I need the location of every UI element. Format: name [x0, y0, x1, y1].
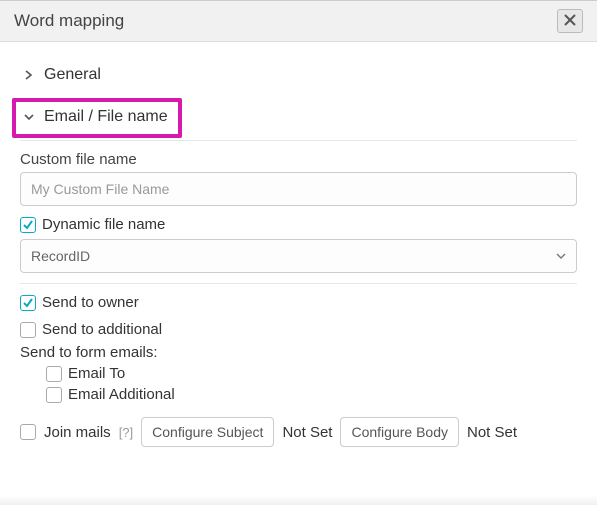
divider — [20, 283, 577, 284]
dialog-word-mapping: Word mapping General Email / File name C… — [0, 0, 597, 505]
section-email-file-name[interactable]: Email / File name — [16, 104, 172, 130]
dialog-header: Word mapping — [0, 1, 597, 42]
email-additional-row[interactable]: Email Additional — [46, 386, 577, 403]
join-mails-label: Join mails — [44, 424, 111, 441]
body-status: Not Set — [467, 424, 517, 441]
configure-subject-button[interactable]: Configure Subject — [141, 417, 274, 447]
highlight-email-file-name: Email / File name — [12, 98, 182, 138]
dynamic-file-name-label: Dynamic file name — [42, 216, 165, 233]
join-mails-checkbox[interactable] — [20, 424, 36, 440]
send-to-additional-row[interactable]: Send to additional — [20, 321, 577, 338]
close-icon — [564, 13, 576, 30]
close-button[interactable] — [557, 9, 583, 33]
send-to-form-emails-heading: Send to form emails: — [20, 344, 577, 361]
dynamic-file-name-row[interactable]: Dynamic file name — [20, 216, 577, 233]
chevron-down-icon — [20, 112, 38, 122]
email-additional-label: Email Additional — [68, 386, 175, 403]
chevron-right-icon — [20, 70, 38, 80]
email-additional-checkbox[interactable] — [46, 387, 62, 403]
custom-file-name-input[interactable] — [20, 172, 577, 206]
dialog-body: General Email / File name Custom file na… — [0, 42, 597, 453]
send-to-owner-row[interactable]: Send to owner — [20, 294, 577, 311]
send-to-owner-label: Send to owner — [42, 294, 139, 311]
send-to-additional-checkbox[interactable] — [20, 322, 36, 338]
dynamic-file-name-select[interactable]: RecordID — [20, 239, 577, 273]
join-mails-row: Join mails [?] Configure Subject Not Set… — [20, 417, 577, 447]
email-to-label: Email To — [68, 365, 125, 382]
email-to-checkbox[interactable] — [46, 366, 62, 382]
dialog-title: Word mapping — [14, 11, 124, 31]
section-divider — [20, 140, 577, 141]
email-to-row[interactable]: Email To — [46, 365, 577, 382]
send-to-additional-label: Send to additional — [42, 321, 162, 338]
dynamic-file-name-checkbox[interactable] — [20, 217, 36, 233]
section-email-file-name-label: Email / File name — [44, 108, 168, 126]
section-general[interactable]: General — [20, 58, 577, 92]
scroll-shadow — [0, 495, 597, 505]
subject-status: Not Set — [282, 424, 332, 441]
section-general-label: General — [44, 66, 101, 84]
configure-body-button[interactable]: Configure Body — [340, 417, 459, 447]
send-to-owner-checkbox[interactable] — [20, 295, 36, 311]
chevron-down-icon — [556, 248, 566, 264]
dynamic-file-name-selected: RecordID — [31, 248, 90, 264]
custom-file-name-label: Custom file name — [20, 151, 577, 168]
join-mails-help-icon[interactable]: [?] — [119, 425, 133, 440]
